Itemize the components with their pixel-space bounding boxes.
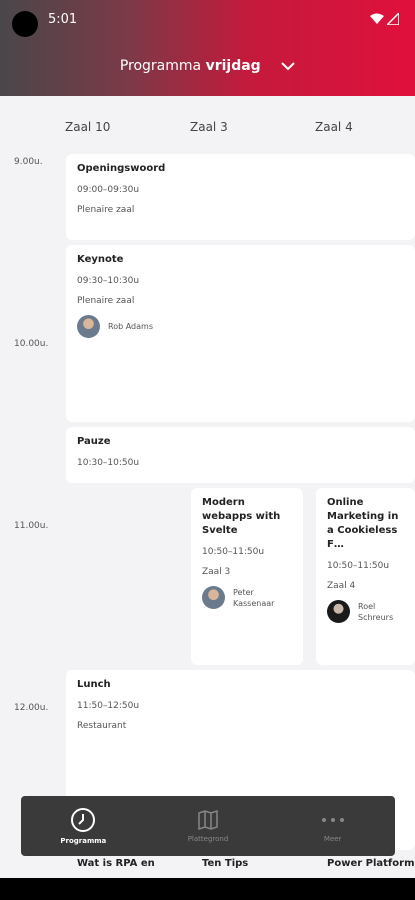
status-icons	[370, 13, 399, 25]
session-card-online-marketing[interactable]: Online Marketing in a Cookieless F… 10:5…	[316, 488, 415, 665]
avatar	[77, 315, 100, 338]
avatar	[202, 586, 225, 609]
more-icon	[321, 818, 344, 822]
column-header-zaal-4: Zaal 4	[315, 120, 353, 134]
nav-item-plattegrond[interactable]: Plattegrond	[146, 796, 271, 856]
session-time: 09:00–09:30u	[77, 185, 140, 195]
status-time: 5:01	[48, 12, 78, 27]
session-card-svelte[interactable]: Modern webapps with Svelte 10:50–11:50u …	[191, 488, 303, 665]
speaker-name: Roel Schreurs	[358, 601, 394, 622]
speaker[interactable]: Roel Schreurs	[327, 600, 404, 623]
signal-icon	[387, 13, 399, 25]
session-title: Pauze	[77, 436, 111, 447]
clock-icon	[71, 808, 96, 832]
session-room: Plenaire zaal	[77, 296, 135, 306]
session-title-peek[interactable]: Ten Tips	[202, 857, 248, 871]
speaker[interactable]: Rob Adams	[77, 315, 404, 338]
nav-label: Meer	[323, 835, 342, 843]
session-card-keynote[interactable]: Keynote 09:30–10:30u Plenaire zaal Rob A…	[66, 245, 415, 422]
session-card-pauze[interactable]: Pauze 10:30–10:50u	[66, 427, 415, 483]
session-time: 09:30–10:30u	[77, 276, 140, 286]
time-label: 9.00u.	[14, 157, 43, 167]
nav-item-meer[interactable]: Meer	[270, 796, 395, 856]
session-title-peek[interactable]: Power Platform	[327, 857, 415, 871]
chevron-down-icon	[281, 62, 295, 71]
app-header: 5:01 Programma vrijdag	[0, 0, 415, 96]
session-room: Zaal 3	[202, 567, 231, 577]
session-room: Plenaire zaal	[77, 205, 135, 215]
session-time: 11:50–12:50u	[77, 701, 140, 711]
time-label: 12.00u.	[14, 703, 49, 713]
page-title-day: vrijdag	[205, 58, 261, 74]
time-label: 10.00u.	[14, 339, 49, 349]
bottom-navigation: Programma Plattegrond Meer	[21, 796, 395, 856]
map-icon	[198, 809, 218, 831]
system-navigation-bar	[0, 878, 415, 900]
avatar	[327, 600, 350, 623]
session-room: Restaurant	[77, 721, 127, 731]
nav-label: Plattegrond	[187, 835, 229, 843]
session-card-openingswoord[interactable]: Openingswoord 09:00–09:30u Plenaire zaal	[66, 154, 415, 240]
column-header-zaal-3: Zaal 3	[190, 120, 228, 134]
session-room: Zaal 4	[327, 581, 356, 591]
speaker-name: Rob Adams	[108, 322, 153, 331]
page-title-prefix: Programma	[119, 58, 202, 74]
session-title-peek[interactable]: Wat is RPA en	[77, 857, 155, 871]
session-title: Online Marketing in a Cookieless F…	[327, 497, 399, 550]
wifi-icon	[370, 13, 384, 24]
camera-cutout	[12, 11, 38, 37]
session-title: Openingswoord	[77, 163, 166, 174]
nav-label: Programma	[60, 837, 107, 845]
column-header-zaal-10: Zaal 10	[65, 120, 111, 134]
session-time: 10:50–11:50u	[202, 547, 265, 557]
session-title: Lunch	[77, 679, 111, 690]
nav-item-programma[interactable]: Programma	[21, 796, 146, 856]
session-title: Keynote	[77, 254, 124, 265]
speaker[interactable]: Peter Kassenaar	[202, 586, 292, 609]
session-title: Modern webapps with Svelte	[202, 497, 281, 536]
speaker-name: Peter Kassenaar	[233, 587, 275, 608]
time-label: 11.00u.	[14, 521, 49, 531]
session-time: 10:50–11:50u	[327, 561, 390, 571]
session-time: 10:30–10:50u	[77, 458, 140, 468]
day-selector[interactable]: Programma vrijdag	[0, 58, 415, 74]
